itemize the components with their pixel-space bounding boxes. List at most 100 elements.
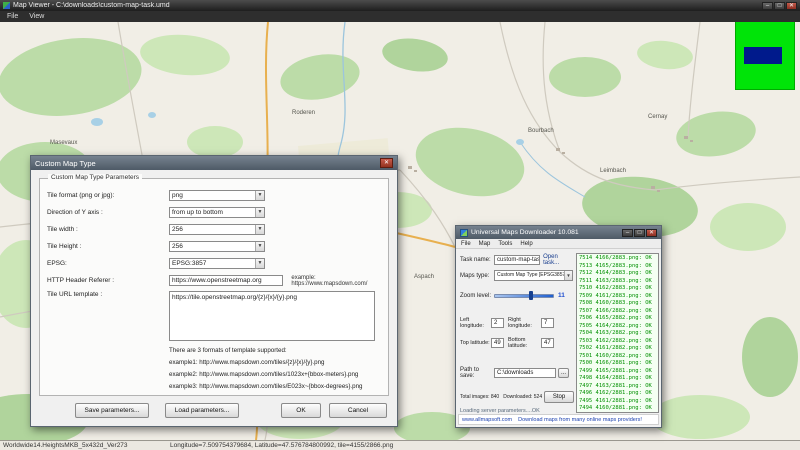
save-parameters-button[interactable]: Save parameters... [75,403,149,418]
ok-button[interactable]: OK [281,403,321,418]
right-longitude-label: Right longitude: [508,317,541,329]
parameter-label: Tile width : [47,226,169,233]
download-log-list[interactable]: 7514 4166/2883.png: OK7513 4165/2883.png… [576,253,659,413]
template-help: There are 3 formats of template supporte… [169,345,382,393]
log-entry: 7509 4161/2883.png: OK [579,293,658,301]
stop-button[interactable]: Stop [544,391,574,403]
open-task-link[interactable]: Open task... [543,254,574,266]
maximize-icon[interactable]: □ [634,229,645,237]
parameter-combobox[interactable]: png ▼ [169,190,265,201]
close-icon[interactable]: ✕ [380,158,393,168]
path-to-save-label: Path to save: [460,367,494,379]
path-row: Path to save: C:\downloads ... [460,367,574,379]
load-parameters-button[interactable]: Load parameters... [165,403,239,418]
template-row: Tile URL template : https://tile.openstr… [47,289,382,345]
tile-url-template-input[interactable]: https://tile.openstreetmap.org/{z}/{x}/{… [169,291,375,341]
umd-menu-item[interactable]: Tools [498,241,512,247]
maps-type-combobox[interactable]: Custom Map Type [EPSG3857 and EPSG4326 s… [494,270,573,281]
log-entry: 7507 4166/2882.png: OK [579,308,658,316]
log-entry: 7506 4165/2882.png: OK [579,315,658,323]
menu-bar: File View [0,11,800,22]
task-name-input[interactable]: custom-map-task.umd [494,255,540,265]
parameter-combobox[interactable]: 256 ▼ [169,224,265,235]
slogan-text: Download maps from many online maps prov… [518,417,642,423]
chevron-down-icon[interactable]: ▼ [255,191,264,200]
umd-menu-item[interactable]: File [461,241,471,247]
log-entry: 7495 4161/2881.png: OK [579,398,658,406]
umd-footer: www.allmapsoft.com Download maps from ma… [458,414,659,425]
download-area-preview [735,10,795,90]
close-icon[interactable]: ✕ [646,229,657,237]
parameter-label: Direction of Y axis : [47,209,169,216]
parameter-combobox[interactable]: from up to bottom ▼ [169,207,265,218]
close-icon[interactable]: ✕ [786,2,797,10]
menu-item[interactable]: View [29,13,44,20]
maximize-icon[interactable]: □ [774,2,785,10]
maps-type-value: Custom Map Type [EPSG3857 and EPSG4326 s… [497,272,573,278]
task-name-label: Task name: [460,257,494,263]
parameter-row: Tile Height : 256 ▼ [47,238,382,255]
zoom-level-label: Zoom level: [460,293,494,299]
log-entry: 7499 4165/2881.png: OK [579,368,658,376]
top-latitude-label: Top latitude: [460,340,491,346]
template-help-line: There are 3 formats of template supporte… [169,345,382,357]
chevron-down-icon[interactable]: ▼ [255,242,264,251]
zoom-row: Zoom level: 11 [460,291,574,300]
log-entry: 7505 4164/2882.png: OK [579,323,658,331]
chevron-down-icon[interactable]: ▼ [255,259,264,268]
parameter-label: Tile format (png or jpg): [47,192,169,199]
status-dataset: Worldwide14.HeightsMKB_5x432d_Ver273 [3,442,128,449]
website-link[interactable]: www.allmapsoft.com [462,417,512,423]
chevron-down-icon[interactable]: ▼ [255,208,264,217]
umd-menu-item[interactable]: Map [479,241,491,247]
log-entry: 7496 4162/2881.png: OK [579,390,658,398]
maps-type-row: Maps type: Custom Map Type [EPSG3857 and… [460,270,574,281]
parameter-combobox[interactable]: EPSG:3857 ▼ [169,258,265,269]
parameter-label: Tile Height : [47,243,169,250]
combobox-value: 256 [172,226,183,233]
menu-item[interactable]: File [7,13,18,20]
zoom-slider-track [494,294,554,298]
map-label: Masevaux [50,140,77,146]
custom-dialog-buttons: Save parameters... Load parameters... OK… [39,403,389,418]
combobox-value: 256 [172,243,183,250]
chevron-down-icon[interactable]: ▼ [255,225,264,234]
downloaded-label: Downloaded: 524 [503,394,542,400]
zoom-slider-thumb[interactable] [529,291,533,300]
bottom-latitude-input[interactable]: 47 [541,338,554,348]
window-title: Map Viewer - C:\downloads\custom-map-tas… [13,2,759,9]
map-label: Roderen [292,110,315,116]
app-icon [3,2,10,9]
map-label: Bourbach [528,128,554,134]
combobox-value: png [172,192,183,199]
umd-menu-item[interactable]: Help [520,241,532,247]
zoom-slider[interactable] [494,291,554,300]
combobox-value: from up to bottom [172,209,223,216]
custom-dialog-title: Custom Map Type [35,159,377,168]
minimize-icon[interactable]: – [622,229,633,237]
umd-titlebar[interactable]: Universal Maps Downloader 10.081 – □ ✕ [456,226,661,239]
log-entry: 7501 4160/2882.png: OK [579,353,658,361]
right-longitude-input[interactable]: 7 [541,318,554,328]
parameter-label: EPSG: [47,260,169,267]
browse-button[interactable]: ... [558,368,569,378]
chevron-down-icon[interactable]: ▼ [564,271,572,280]
log-entry: 7502 4161/2882.png: OK [579,345,658,353]
referer-label: HTTP Header Referer : [47,277,169,284]
minimize-icon[interactable]: – [762,2,773,10]
zoom-value: 11 [558,292,565,299]
referer-example: example: https://www.mapsdown.com/ [291,275,382,287]
custom-dialog-titlebar[interactable]: Custom Map Type ✕ [31,156,397,170]
top-latitude-input[interactable]: 49 [491,338,504,348]
map-label: Leimbach [600,168,626,174]
parameter-combobox[interactable]: 256 ▼ [169,241,265,252]
template-help-line: example3: http://www.mapsdown.com/tiles/… [169,381,382,393]
left-longitude-input[interactable]: 2 [491,318,504,328]
cancel-button[interactable]: Cancel [329,403,387,418]
log-entry: 7510 4162/2883.png: OK [579,285,658,293]
parameter-row: Direction of Y axis : from up to bottom … [47,204,382,221]
referer-input[interactable]: https://www.openstreetmap.org [169,275,283,286]
task-row: Task name: custom-map-task.umd Open task… [460,254,574,266]
log-entry: 7497 4163/2881.png: OK [579,383,658,391]
path-input[interactable]: C:\downloads [494,368,556,378]
